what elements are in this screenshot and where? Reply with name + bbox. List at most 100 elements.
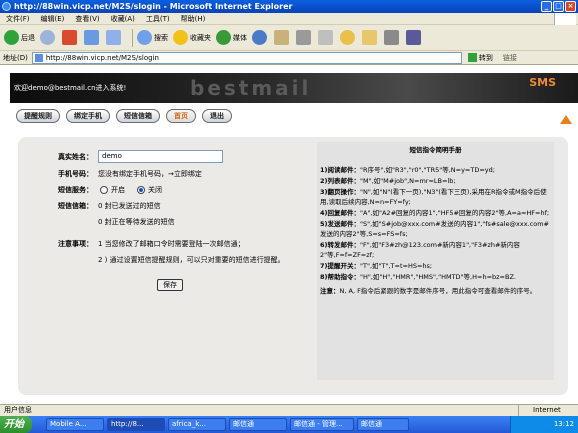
manual-item: 8)帮助指令："H",如"H","HMR","HMS","HMTD"等,H=h=… <box>320 273 516 281</box>
service-off-option[interactable]: 关闭 <box>137 185 162 195</box>
nav-bar: 提醒规则 绑定手机 短信信箱 首页 退出 <box>10 105 578 127</box>
edit-button[interactable] <box>318 30 335 45</box>
windows-flag-icon <box>554 13 576 25</box>
ie-logo-icon <box>2 2 11 11</box>
book-icon <box>406 30 421 45</box>
minimize-button[interactable]: _ <box>541 1 552 12</box>
search-icon <box>137 30 152 45</box>
close-button[interactable]: × <box>565 1 576 12</box>
stop-button[interactable] <box>62 30 79 45</box>
stop-icon <box>62 30 77 45</box>
menu-file[interactable]: 文件(F) <box>6 14 30 24</box>
toolbar: 后退 搜索 收藏夹 媒体 <box>0 25 578 51</box>
menu-bar: 文件(F) 编辑(E) 查看(V) 收藏(A) 工具(T) 帮助(H) <box>0 13 578 25</box>
search-button[interactable]: 搜索 <box>137 30 168 45</box>
nav-sms-inbox[interactable]: 短信信箱 <box>116 109 160 123</box>
inbox-label: 短信信箱： <box>58 202 93 210</box>
task-item[interactable]: 邮信通 <box>357 418 409 431</box>
refresh-icon <box>84 30 99 45</box>
welcome-text: 欢迎demo@bestmail.cn进入系统! <box>14 84 127 92</box>
menu-help[interactable]: 帮助(H) <box>181 14 206 24</box>
links-button[interactable]: 链接 <box>503 53 517 63</box>
printer-icon <box>296 30 311 45</box>
favorites-button[interactable]: 收藏夹 <box>173 30 211 45</box>
go-arrow-icon <box>467 53 477 62</box>
name-label: 真实姓名： <box>58 152 93 161</box>
phone-label: 手机号码： <box>58 170 93 178</box>
menu-view[interactable]: 查看(V) <box>75 14 99 24</box>
radio-on[interactable] <box>100 186 108 194</box>
nav-home[interactable]: 首页 <box>166 109 196 123</box>
task-item[interactable]: 邮信通 <box>229 418 287 431</box>
home-button[interactable] <box>106 30 123 45</box>
folder-icon <box>362 30 377 45</box>
back-button[interactable]: 后退 <box>4 30 35 45</box>
manual-item: 7)提醒开关："T",如"T",T=t=HS=hs; <box>320 262 433 270</box>
menu-favorites[interactable]: 收藏(A) <box>111 14 135 24</box>
save-button[interactable]: 保存 <box>157 279 183 291</box>
menu-tools[interactable]: 工具(T) <box>146 14 170 24</box>
system-tray-clock: 13:12 <box>510 416 578 433</box>
service-label: 短信服务： <box>58 186 93 194</box>
star-icon <box>173 30 188 45</box>
start-button[interactable]: 开始 <box>0 416 32 433</box>
messenger-button[interactable] <box>340 30 357 45</box>
maximize-button[interactable]: □ <box>553 1 564 12</box>
manual-item: 2)列表邮件："M",如"M#job",N=mr=LB=lb; <box>320 177 456 185</box>
name-input[interactable]: demo <box>98 150 223 163</box>
notice-1: 1 当您修改了邮箱口令时需要登陆一次邮信通； <box>98 240 245 248</box>
forward-arrow-icon <box>40 30 55 45</box>
account-form: 真实姓名： demo 手机号码： 您没有绑定手机号码，→立即绑定 短信服务： 开… <box>58 150 308 271</box>
task-item[interactable]: http://8... <box>107 418 165 431</box>
manual-item: 5)发送邮件："S",如"S#job@xxx.com#发送的内容1","fs#s… <box>320 220 549 238</box>
manual-item: 4)回复邮件："A",如"A2#回复的内容1","HF5#回复的内容2"等,A=… <box>320 209 550 217</box>
page-content: 欢迎demo@bestmail.cn进入系统! bestmail SMS 提醒规… <box>0 65 578 404</box>
manual-item: 3)翻页操作："N",如"N"(看下一页),"N3"(看下三页),采用在R指令或… <box>320 188 547 206</box>
refresh-button[interactable] <box>84 30 101 45</box>
print-button[interactable] <box>296 30 313 45</box>
window-title: http://88win.vicp.net/M2S/slogin - Micro… <box>14 2 293 11</box>
manual-title: 短信指令简明手册 <box>409 146 462 154</box>
messenger-icon <box>340 30 355 45</box>
task-item[interactable]: 邮信通 - 管理... <box>290 418 354 431</box>
nav-bind-phone[interactable]: 绑定手机 <box>66 109 110 123</box>
grid-button[interactable] <box>384 30 401 45</box>
home-icon <box>106 30 121 45</box>
media-button[interactable]: 媒体 <box>216 30 247 45</box>
nav-logout[interactable]: 退出 <box>202 109 232 123</box>
radio-off[interactable] <box>137 186 145 194</box>
address-bar: 地址(D) http://88win.vicp.net/M2S/slogin 转… <box>0 51 578 65</box>
status-text: 用户信息 <box>4 406 32 414</box>
edit-icon <box>318 30 333 45</box>
history-button[interactable] <box>252 30 269 45</box>
menu-edit[interactable]: 编辑(E) <box>41 14 65 24</box>
go-button[interactable]: 转到 <box>467 53 493 63</box>
ie-window: http://88win.vicp.net/M2S/slogin - Micro… <box>0 0 578 433</box>
status-bar: 用户信息 Internet <box>0 404 578 416</box>
manual-item: 6)转发邮件："F",如"F3#zh@123.com#新内容1","F3#zh#… <box>320 241 520 259</box>
book-button[interactable] <box>406 30 423 45</box>
title-bar: http://88win.vicp.net/M2S/slogin - Micro… <box>0 0 578 13</box>
service-on-option[interactable]: 开启 <box>100 185 125 195</box>
address-label: 地址(D) <box>3 53 28 62</box>
up-arrow-icon[interactable] <box>560 115 572 124</box>
address-input[interactable]: http://88win.vicp.net/M2S/slogin <box>31 51 462 64</box>
media-icon <box>216 30 231 45</box>
taskbar: 开始 Mobile A... http://8... africa_k... 邮… <box>0 416 578 433</box>
task-item[interactable]: africa_k... <box>168 418 226 431</box>
manual-note: 注意：N, A, F指令后紧跟的数字是邮件序号，用此指令可查看邮件的序号。 <box>320 287 537 295</box>
history-icon <box>252 30 267 45</box>
inbox-unsent-count: 0 封正在等待发送的短信 <box>98 218 175 226</box>
top-banner: 欢迎demo@bestmail.cn进入系统! bestmail SMS <box>10 73 578 103</box>
mail-button[interactable] <box>274 30 291 45</box>
task-item[interactable]: Mobile A... <box>46 418 104 431</box>
sms-command-manual: 短信指令简明手册 1)阅读邮件："R序号",如"R3","r0","TR5"等,… <box>317 142 554 380</box>
nav-reminder-rules[interactable]: 提醒规则 <box>16 109 60 123</box>
forward-button[interactable] <box>40 30 57 45</box>
manual-item: 1)阅读邮件："R序号",如"R3","r0","TR5"等,N=y=TD=yd… <box>320 166 495 174</box>
grid-icon <box>384 30 399 45</box>
notice-label: 注意事项： <box>58 240 93 248</box>
notice-2: 2 ) 通过设置短信提醒规则，可以只对重要的短信进行提醒。 <box>98 256 285 264</box>
bind-phone-link[interactable]: 您没有绑定手机号码，→立即绑定 <box>98 169 202 179</box>
folder-button[interactable] <box>362 30 379 45</box>
